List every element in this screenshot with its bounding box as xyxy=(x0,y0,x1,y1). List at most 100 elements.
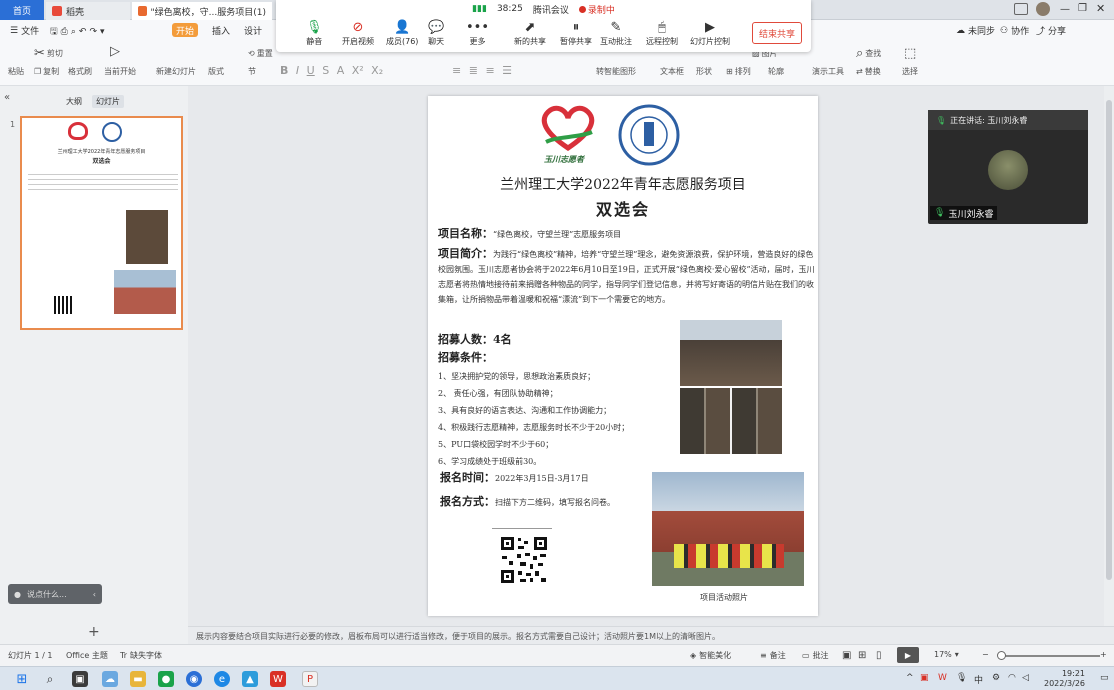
section-button[interactable]: 节 xyxy=(248,66,256,77)
tab-insert[interactable]: 插入 xyxy=(212,24,230,37)
notes-button[interactable]: ≡ 备注 xyxy=(760,650,786,661)
narration-bar[interactable]: ● 说点什么... ‹ xyxy=(8,584,102,604)
tray-wps-icon[interactable]: W xyxy=(938,673,947,683)
more-button[interactable]: ••• 更多 xyxy=(466,20,489,50)
chat-button[interactable]: 💬 聊天 xyxy=(428,20,444,50)
copy-button[interactable]: ❐ 复制 xyxy=(34,66,59,77)
sync-status[interactable]: ☁ 未同步 xyxy=(956,24,995,38)
wps-ppt-icon[interactable]: P xyxy=(302,671,318,687)
shape-button[interactable]: 形状 xyxy=(696,66,712,77)
weather-icon[interactable]: ☁ xyxy=(102,671,118,687)
select-button[interactable]: 选择 xyxy=(902,66,918,77)
format-painter-button[interactable]: 格式刷 xyxy=(68,66,92,77)
tray-expand-icon[interactable]: ^ xyxy=(906,673,914,683)
align-right-icon[interactable]: ≡ xyxy=(485,64,494,77)
tab-document[interactable]: "绿色离校，守...服务项目(1) xyxy=(132,2,272,20)
comment-button[interactable]: ▭ 批注 xyxy=(802,650,829,661)
view-normal-icon[interactable]: ▣ xyxy=(842,650,851,661)
mute-button[interactable]: 🎙 静音 xyxy=(306,20,323,50)
layout-button[interactable]: 版式 xyxy=(208,66,224,77)
members-button[interactable]: 👤 成员(76) xyxy=(386,20,418,50)
underline-icon[interactable]: U xyxy=(307,64,315,77)
task-view-icon[interactable]: ▣ xyxy=(72,671,88,687)
minimize-icon[interactable]: — xyxy=(1060,4,1070,15)
paste-button[interactable]: 粘贴 xyxy=(8,66,24,77)
tab-docer[interactable]: 稻壳 xyxy=(46,2,130,20)
speaker-notes[interactable]: 展示内容要结合项目实际进行必要的修改，眉板布局可以进行适当修改，便于项目的展示。… xyxy=(188,626,1114,644)
chevron-left-icon[interactable]: ‹ xyxy=(93,590,96,599)
tray-settings-icon[interactable]: ⚙ xyxy=(992,673,1000,683)
volume-icon[interactable]: ◁ xyxy=(1022,673,1029,683)
replace-button[interactable]: ⇄ 替换 xyxy=(856,66,881,77)
align-left-icon[interactable]: ≡ xyxy=(452,64,461,77)
italic-icon[interactable]: I xyxy=(296,64,299,77)
undo-icon[interactable]: ↶ xyxy=(79,27,87,37)
file-menu[interactable]: ☰ 文件 xyxy=(10,24,39,38)
edge-icon[interactable]: e xyxy=(214,671,230,687)
tab-slides[interactable]: 幻灯片 xyxy=(92,95,124,108)
bold-icon[interactable]: B xyxy=(280,64,288,77)
justify-icon[interactable]: ☰ xyxy=(502,64,512,77)
convert-smartart-button[interactable]: 转智能图形 xyxy=(596,66,636,77)
zoom-slider-knob[interactable] xyxy=(997,651,1006,660)
play-icon-wrap[interactable]: ▷ xyxy=(110,44,120,59)
avatar[interactable] xyxy=(1036,2,1050,16)
new-share-button[interactable]: ⬈ 新的共享 xyxy=(514,20,546,50)
strike-icon[interactable]: S xyxy=(322,64,329,77)
tray-app-icon[interactable]: ▣ xyxy=(920,673,929,683)
font-color-icon[interactable]: A xyxy=(337,64,345,77)
zoom-level[interactable]: 17% ▾ xyxy=(934,650,959,659)
end-share-button[interactable]: 结束共享 xyxy=(752,22,802,44)
speaker-video-tile[interactable]: 🎙 正在讲话: 玉川刘永睿 🎙 玉川刘永睿 xyxy=(928,110,1088,224)
video-button[interactable]: ⊘ 开启视频 xyxy=(342,20,374,50)
cut-button[interactable]: ✂ 剪切 xyxy=(34,46,63,61)
close-icon[interactable]: ✕ xyxy=(1096,2,1105,15)
zoom-out-icon[interactable]: − xyxy=(982,650,989,659)
browser-icon[interactable]: ◉ xyxy=(186,671,202,687)
textbox-button[interactable]: 文本框 xyxy=(660,66,684,77)
pause-share-button[interactable]: ⏸ 暂停共享 xyxy=(560,20,592,50)
tray-mic-icon[interactable]: 🎙 xyxy=(956,673,967,683)
tab-outline[interactable]: 大纲 xyxy=(66,96,82,107)
save-icon[interactable]: 🖫 xyxy=(50,24,58,40)
share-button[interactable]: ⤴ 分享 xyxy=(1036,24,1066,37)
view-sorter-icon[interactable]: ⊞ xyxy=(858,650,866,661)
restore-icon[interactable]: ❐ xyxy=(1078,3,1087,14)
arrange-button[interactable]: ⊞ 排列 xyxy=(726,66,751,77)
remote-control-button[interactable]: 🖱 远程控制 xyxy=(646,20,678,50)
wifi-icon[interactable]: ◠ xyxy=(1008,673,1016,683)
wps-icon[interactable]: W xyxy=(270,671,286,687)
collapse-icon[interactable]: « xyxy=(4,92,10,103)
system-clock[interactable]: 19:21 2022/3/26 xyxy=(1044,669,1085,689)
file-explorer-icon[interactable]: ▬ xyxy=(130,671,146,687)
print-icon[interactable]: ⎙ xyxy=(61,27,68,37)
new-slide-button[interactable]: 新建幻灯片 xyxy=(156,66,196,77)
smart-beautify-button[interactable]: ◈ 智能美化 xyxy=(690,650,731,661)
windows-start-icon[interactable]: ⊞ xyxy=(14,671,30,687)
outline-button[interactable]: 轮廓 xyxy=(768,66,784,77)
fit-window-icon[interactable]: + xyxy=(1100,650,1107,659)
annotate-button[interactable]: ✎ 互动批注 xyxy=(600,20,632,50)
search-icon[interactable]: ⌕ xyxy=(42,671,58,687)
collab-button[interactable]: ⚇ 协作 xyxy=(1000,24,1029,38)
slide-control-button[interactable]: ▶ 幻灯片控制 xyxy=(690,20,730,50)
presentation-tools-button[interactable]: 演示工具 xyxy=(812,66,844,77)
scrollbar-thumb[interactable] xyxy=(1106,100,1112,580)
notification-icon[interactable]: ▭ xyxy=(1100,673,1109,683)
add-slide-icon[interactable]: + xyxy=(88,624,100,640)
tab-home[interactable]: 首页 xyxy=(0,0,44,20)
find-button[interactable]: ⌕ 查找 xyxy=(856,46,881,61)
slide-thumbnail[interactable]: 兰州理工大学2022年青年志愿服务项目 双选会 xyxy=(20,116,183,330)
tab-start[interactable]: 开始 xyxy=(172,23,198,37)
quick-more-icon[interactable]: ▾ xyxy=(100,27,105,37)
meeting-app-icon[interactable]: ▲ xyxy=(242,671,258,687)
reset-button[interactable]: ⟲ 重置 xyxy=(248,48,273,59)
play-from-current-button[interactable]: 当前开始 xyxy=(104,66,136,77)
select-icon-wrap[interactable]: ⬚ xyxy=(904,46,916,61)
missing-font-button[interactable]: Tr 缺失字体 xyxy=(120,650,162,661)
ime-indicator[interactable]: 中 xyxy=(974,673,983,686)
align-center-icon[interactable]: ≣ xyxy=(469,64,478,77)
window-layout-icon[interactable] xyxy=(1014,3,1028,15)
preview-icon[interactable]: ⌕ xyxy=(71,27,76,37)
zoom-slider[interactable] xyxy=(1004,655,1100,657)
